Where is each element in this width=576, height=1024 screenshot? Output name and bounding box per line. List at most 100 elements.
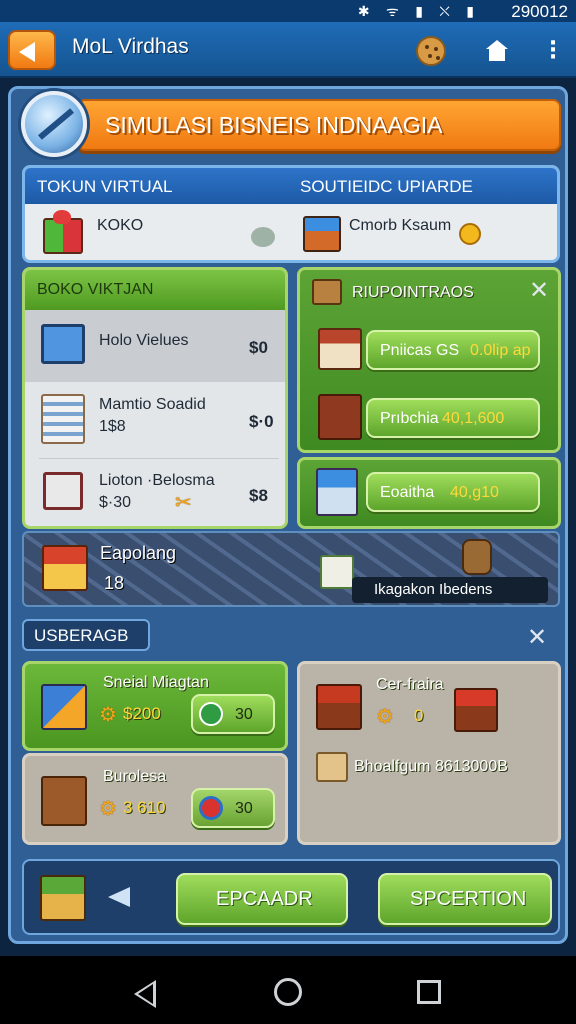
store-summary-header: TOKUN VIRTUAL SOUTIEIDC UPIARDE bbox=[25, 168, 557, 204]
epcaadr-button[interactable]: EPCAADR bbox=[176, 873, 348, 925]
list-item[interactable]: Mamtio Soadid 1$8 $·0 bbox=[25, 384, 285, 456]
red-roof-building-icon bbox=[454, 688, 498, 732]
game-panel: SIMULASI BISNEIS INDNAAGIA TOKUN VIRTUAL… bbox=[8, 86, 568, 944]
item-name: Holo Vielues bbox=[99, 332, 189, 349]
store-front-icon bbox=[316, 468, 358, 516]
crate-building-icon bbox=[41, 776, 87, 826]
shop-list-header: BOKO VIKTJAN bbox=[25, 270, 285, 310]
monitor-icon bbox=[41, 324, 85, 364]
usage-card: Sneial Miagtan ⚙ $200 30 bbox=[22, 661, 288, 751]
cash-register-icon bbox=[43, 472, 83, 510]
shop-list-title: BOKO VIKTJAN bbox=[37, 281, 154, 298]
store-chest-icon[interactable] bbox=[40, 875, 86, 921]
tool-icon: ✂ bbox=[175, 490, 192, 514]
city-map-strip[interactable]: Eapolang 18 Ikagakon Ibedens bbox=[22, 531, 560, 607]
usage-card-cost: $200 bbox=[123, 704, 161, 723]
bottom-action-bar: EPCAADR SPCERTION bbox=[22, 859, 560, 935]
upgrade-value: 0.0lip ap bbox=[470, 342, 531, 359]
status-time: 290012 bbox=[511, 2, 568, 21]
spcertion-label: SPCERTION bbox=[410, 888, 527, 910]
nav-home-icon[interactable] bbox=[274, 978, 302, 1006]
usage-card-cost: 3 610 bbox=[123, 798, 166, 817]
app-bar: MoL Virdhas · · · bbox=[0, 22, 576, 78]
tag-icon bbox=[251, 227, 275, 247]
upgrade-heading: SOUTIEIDC UPIARDE bbox=[300, 177, 473, 196]
item-name: Mamtio Soadid bbox=[99, 396, 206, 413]
house-building-icon bbox=[318, 328, 362, 370]
usage-detail-line: Bhoalfgum 8613000B bbox=[354, 758, 508, 775]
extra-upgrade-panel: Eoaitha 40,g10 bbox=[297, 457, 561, 529]
title-banner: SIMULASI BISNEIS INDNAAGIA bbox=[77, 99, 561, 151]
globe-logo-icon bbox=[21, 91, 87, 157]
item-name: Lioton ·Belosma bbox=[99, 472, 215, 489]
status-bar: ✱ ᯤ ▮ ⛌ ▮ 290012 bbox=[0, 0, 576, 22]
upgrade-button[interactable]: Prıbchia 40,1,600 bbox=[366, 398, 540, 438]
app-title: MoL Virdhas bbox=[72, 35, 189, 58]
usage-card: Burolesa ⚙ 3 610 30 bbox=[22, 753, 288, 845]
usage-timer-button[interactable]: 30 bbox=[191, 694, 275, 734]
epcaadr-label: EPCAADR bbox=[216, 888, 313, 910]
clock-icon bbox=[199, 702, 223, 726]
item-sub: $·30 bbox=[99, 494, 132, 511]
market-stall-icon bbox=[42, 545, 88, 591]
upgrade-value: 40,1,600 bbox=[442, 410, 505, 427]
shop-list-panel: BOKO VIKTJAN Holo Vielues $0 Mamtio Soad… bbox=[22, 267, 288, 529]
item-price: $0 bbox=[249, 338, 268, 357]
usage-detail-panel: Cer-fraira ⚙ 0 Bhoalfgum 8613000B bbox=[297, 661, 561, 845]
status-icons: ✱ ᯤ ▮ ⛌ ▮ bbox=[357, 4, 480, 20]
office-building-icon bbox=[41, 394, 85, 444]
list-item[interactable]: Lioton ·Belosma $·30 ✂ $8 bbox=[25, 460, 285, 526]
coin-icon bbox=[459, 223, 481, 245]
upgrade-label: Prıbchia bbox=[380, 410, 439, 427]
spcertion-button[interactable]: SPCERTION bbox=[378, 873, 552, 925]
close-icon[interactable]: ✕ bbox=[529, 276, 549, 304]
nav-recents-icon[interactable] bbox=[417, 980, 441, 1004]
nav-back-icon[interactable] bbox=[134, 980, 156, 1008]
usage-detail-cost: 0 bbox=[414, 706, 424, 725]
timer-value: 30 bbox=[235, 706, 253, 723]
banner-title: SIMULASI BISNEIS INDNAAGIA bbox=[105, 112, 443, 138]
extra-upgrade-label: Eoaitha bbox=[380, 484, 435, 501]
usage-card-name: Sneial Miagtan bbox=[103, 674, 209, 691]
shop-cube-icon bbox=[41, 684, 87, 730]
map-count: 18 bbox=[104, 573, 125, 593]
list-item[interactable]: Holo Vielues $0 bbox=[25, 310, 285, 382]
extra-upgrade-button[interactable]: Eoaitha 40,g10 bbox=[366, 472, 540, 512]
divider bbox=[39, 458, 279, 459]
upgrades-title: RIUPOINTRAOS bbox=[352, 284, 474, 301]
extra-upgrade-value: 40,g10 bbox=[450, 484, 499, 501]
tokun-virtual-heading: TOKUN VIRTUAL bbox=[37, 177, 173, 196]
back-arrow-icon[interactable] bbox=[8, 30, 56, 70]
warehouse-building-icon bbox=[318, 394, 362, 440]
more-menu-icon[interactable]: · · · bbox=[546, 33, 560, 69]
gear-icon: ⚙ bbox=[376, 704, 394, 728]
timer-icon bbox=[199, 796, 223, 820]
item-price: $·0 bbox=[249, 412, 274, 431]
close-usage-icon[interactable]: ✕ bbox=[527, 623, 547, 651]
usage-header: USBERAGB bbox=[22, 619, 150, 651]
gear-icon: ⚙ bbox=[99, 796, 117, 820]
upgrades-panel: RIUPOINTRAOS ✕ Pniicas GS 0.0lip ap Prıb… bbox=[297, 267, 561, 453]
home-icon[interactable] bbox=[486, 40, 508, 62]
shop-building-icon[interactable] bbox=[303, 216, 341, 252]
usage-detail-title: Cer-fraira bbox=[376, 676, 444, 693]
send-arrow-icon[interactable] bbox=[108, 887, 130, 907]
item-sub: 1$8 bbox=[99, 418, 126, 435]
upgrade-button[interactable]: Pniicas GS 0.0lip ap bbox=[366, 330, 540, 370]
usage-title: USBERAGB bbox=[34, 626, 129, 645]
koko-label: KOKO bbox=[97, 217, 144, 234]
upgrade-label: Pniicas GS bbox=[380, 342, 460, 359]
bakery-building-icon bbox=[316, 684, 362, 730]
usage-timer-button[interactable]: 30 bbox=[191, 788, 275, 828]
map-title: Eapolang bbox=[100, 543, 177, 563]
usage-card-name: Burolesa bbox=[103, 768, 167, 785]
store-box-icon bbox=[320, 555, 354, 589]
cookie-icon[interactable] bbox=[416, 36, 446, 66]
package-icon bbox=[316, 752, 348, 782]
gear-icon: ⚙ bbox=[99, 702, 117, 726]
store-summary-card: TOKUN VIRTUAL SOUTIEIDC UPIARDE KOKO Cmo… bbox=[22, 165, 560, 263]
heart-icon bbox=[53, 210, 71, 224]
barrel-icon bbox=[462, 539, 492, 575]
item-price: $8 bbox=[249, 486, 268, 505]
supply-box-icon bbox=[312, 279, 342, 305]
